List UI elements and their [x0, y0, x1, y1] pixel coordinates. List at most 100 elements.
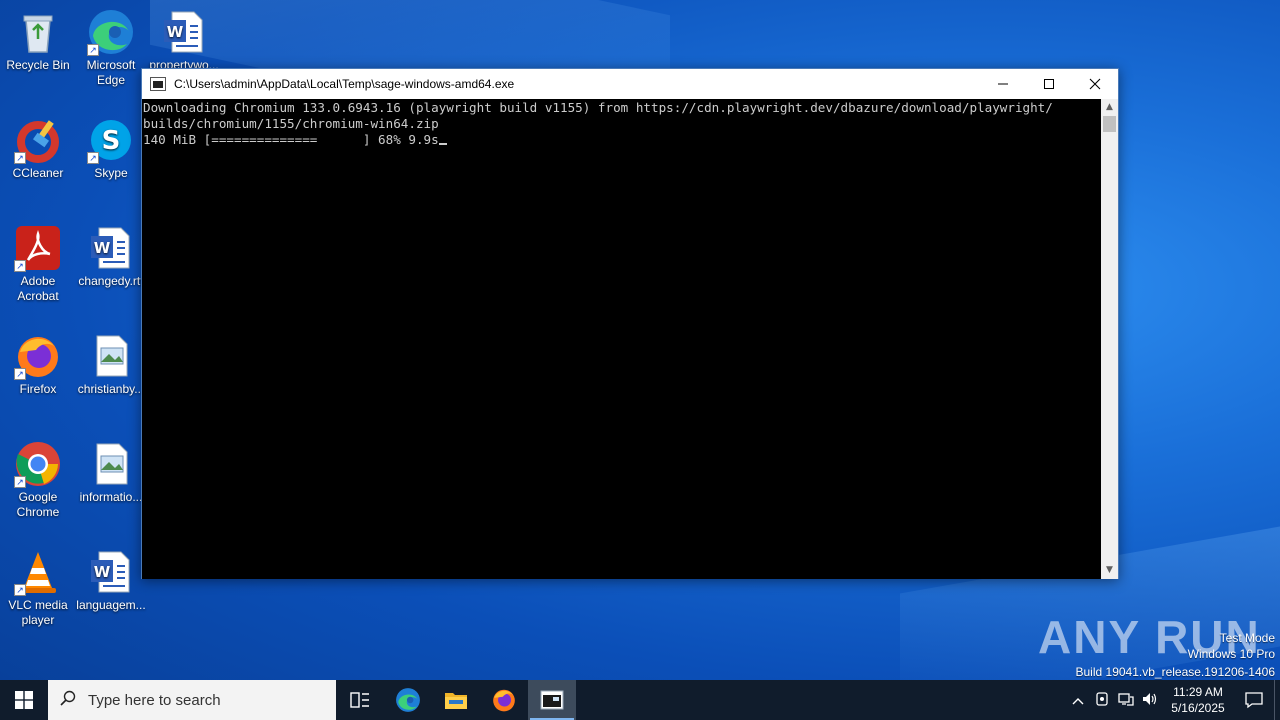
firefox-icon: ↗	[14, 332, 62, 380]
desktop-icon-label: informatio...	[79, 490, 143, 504]
task-view-icon	[350, 692, 369, 708]
minimize-icon	[998, 83, 1008, 85]
desktop-icon-google-chrome[interactable]: ↗ Google Chrome	[0, 440, 76, 520]
image-file-icon	[87, 332, 135, 380]
volume-icon[interactable]	[1138, 692, 1162, 709]
desktop-icon-propertywo[interactable]: W propertywo...	[146, 8, 222, 73]
start-button[interactable]	[0, 680, 48, 720]
clock-time: 11:29 AM	[1173, 685, 1223, 699]
windows-build-label: Build 19041.vb_release.191206-1406	[1075, 665, 1276, 679]
console-icon	[540, 690, 564, 710]
desktop-icon-label: Recycle Bin	[6, 58, 70, 72]
shortcut-arrow-icon: ↗	[87, 152, 99, 164]
taskbar-firefox[interactable]	[480, 680, 528, 720]
scrollbar-thumb[interactable]	[1103, 116, 1116, 132]
chrome-icon: ↗	[14, 440, 62, 488]
console-icon	[150, 77, 166, 91]
chevron-up-icon[interactable]	[1066, 693, 1090, 708]
system-tray: 11:29 AM 5/16/2025	[1066, 680, 1280, 720]
firefox-icon	[493, 689, 515, 712]
svg-text:W: W	[94, 563, 111, 581]
console-line: builds/chromium/1155/chromium-win64.zip	[143, 116, 439, 131]
shortcut-arrow-icon: ↗	[14, 476, 26, 488]
console-window[interactable]: C:\Users\admin\AppData\Local\Temp\sage-w…	[141, 68, 1119, 579]
desktop-icon-label: VLC media player	[8, 598, 68, 627]
action-center-button[interactable]	[1234, 691, 1274, 709]
desktop-icon-adobe-acrobat[interactable]: ↗ Adobe Acrobat	[0, 224, 76, 304]
desktop-icon-christianby[interactable]: christianby...	[73, 332, 149, 397]
console-progress-line: 140 MiB [============== ] 68% 9.9s	[143, 132, 1100, 148]
desktop-icon-informatio[interactable]: informatio...	[73, 440, 149, 505]
task-view-button[interactable]	[336, 680, 384, 720]
desktop-icon-languagem[interactable]: W languagem...	[73, 548, 149, 613]
scroll-up-icon[interactable]: ▲	[1101, 99, 1118, 116]
desktop-icon-firefox[interactable]: ↗ Firefox	[0, 332, 76, 397]
edge-icon: ↗	[87, 8, 135, 56]
window-controls	[980, 69, 1118, 99]
shortcut-arrow-icon: ↗	[87, 44, 99, 56]
word-document-icon: W	[87, 548, 135, 596]
maximize-button[interactable]	[1026, 69, 1072, 99]
desktop-icon-recycle-bin[interactable]: Recycle Bin	[0, 8, 76, 73]
svg-text:S: S	[102, 126, 121, 156]
image-file-icon	[87, 440, 135, 488]
svg-text:W: W	[94, 239, 111, 257]
desktop-icon-skype[interactable]: S ↗ Skype	[73, 116, 149, 181]
ccleaner-icon: ↗	[14, 116, 62, 164]
minimize-button[interactable]	[980, 69, 1026, 99]
shortcut-arrow-icon: ↗	[14, 152, 26, 164]
scroll-down-icon[interactable]: ▼	[1101, 562, 1118, 579]
taskbar: Type here to search 11:29 AM 5/16/2025	[0, 680, 1280, 720]
taskbar-console[interactable]	[528, 680, 576, 720]
console-line: Downloading Chromium 133.0.6943.16 (play…	[143, 100, 1053, 115]
taskbar-edge[interactable]	[384, 680, 432, 720]
desktop-icon-label: Firefox	[19, 382, 57, 396]
word-document-icon: W	[87, 224, 135, 272]
desktop-icon-label: languagem...	[76, 598, 146, 612]
shortcut-arrow-icon: ↗	[14, 260, 26, 272]
windows-logo-icon	[15, 691, 33, 709]
desktop-icon-ccleaner[interactable]: ↗ CCleaner	[0, 116, 76, 181]
desktop-icon-label: christianby...	[77, 382, 145, 396]
windows-edition-label: Windows 10 Pro	[1187, 647, 1275, 661]
console-output[interactable]: Downloading Chromium 133.0.6943.16 (play…	[142, 99, 1102, 579]
desktop-icon-changedy[interactable]: W changedy.rtf	[73, 224, 149, 289]
window-titlebar[interactable]: C:\Users\admin\AppData\Local\Temp\sage-w…	[142, 69, 1118, 99]
close-button[interactable]	[1072, 69, 1118, 99]
desktop-icon-label: changedy.rtf	[78, 274, 144, 288]
taskbar-file-explorer[interactable]	[432, 680, 480, 720]
vertical-scrollbar[interactable]: ▲ ▼	[1101, 99, 1118, 579]
desktop-icon-label: Google Chrome	[16, 490, 60, 519]
acrobat-icon: ↗	[14, 224, 62, 272]
skype-icon: S ↗	[87, 116, 135, 164]
edge-icon	[396, 688, 420, 712]
desktop-icon-label: Microsoft Edge	[86, 58, 136, 87]
recycle-bin-icon	[14, 8, 62, 56]
search-placeholder: Type here to search	[88, 691, 221, 709]
desktop-icon-vlc[interactable]: ↗ VLC media player	[0, 548, 76, 628]
desktop-icon-label: Adobe Acrobat	[17, 274, 59, 303]
clock-date: 5/16/2025	[1171, 701, 1225, 715]
desktop-icon-label: Skype	[94, 166, 128, 180]
text-cursor	[438, 143, 447, 145]
svg-text:W: W	[167, 23, 184, 41]
desktop-icon-label: CCleaner	[12, 166, 64, 180]
close-icon	[1089, 78, 1101, 90]
device-icon[interactable]	[1090, 691, 1114, 709]
word-document-icon: W	[160, 8, 208, 56]
shortcut-arrow-icon: ↗	[14, 368, 26, 380]
window-title: C:\Users\admin\AppData\Local\Temp\sage-w…	[174, 77, 515, 91]
notification-icon	[1245, 692, 1263, 709]
taskbar-search-box[interactable]: Type here to search	[48, 680, 336, 720]
taskbar-clock[interactable]: 11:29 AM 5/16/2025	[1162, 684, 1234, 716]
shortcut-arrow-icon: ↗	[14, 584, 26, 596]
test-mode-label: Test Mode	[1219, 631, 1275, 645]
network-icon[interactable]	[1114, 692, 1138, 709]
desktop-icon-microsoft-edge[interactable]: ↗ Microsoft Edge	[73, 8, 149, 88]
console-line: 140 MiB [============== ] 68% 9.9s	[143, 132, 439, 147]
file-explorer-icon	[445, 693, 467, 709]
maximize-icon	[1044, 79, 1054, 89]
vlc-icon: ↗	[14, 548, 62, 596]
show-desktop-button[interactable]	[1274, 680, 1280, 720]
search-icon	[48, 690, 88, 711]
